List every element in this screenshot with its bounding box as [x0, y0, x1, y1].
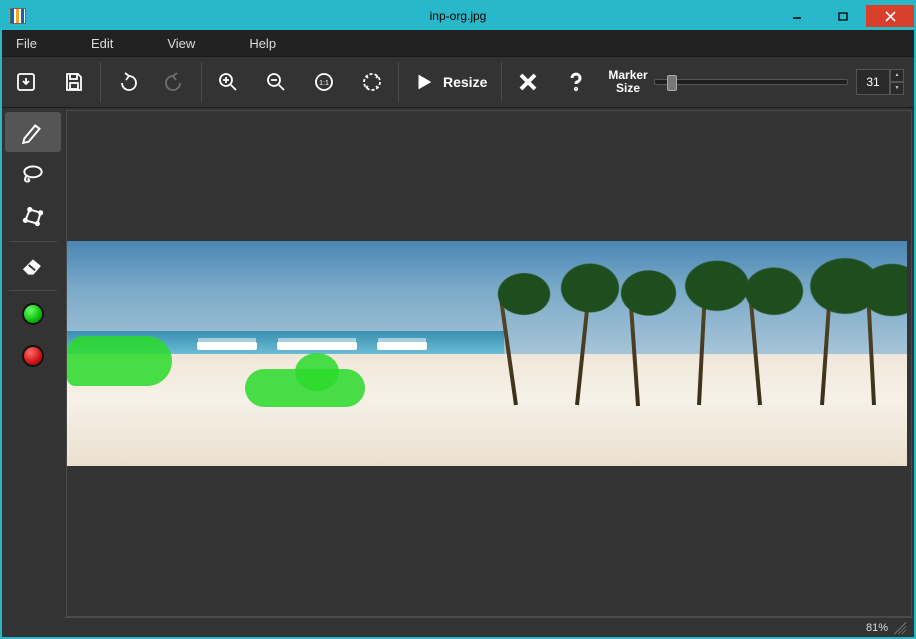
marker-size-slider[interactable]: [654, 79, 848, 85]
question-icon: [564, 70, 588, 94]
polygon-tool[interactable]: [5, 196, 61, 236]
resize-grip[interactable]: [894, 622, 906, 634]
open-icon: [14, 70, 38, 94]
help-button[interactable]: [552, 56, 600, 108]
separator: [201, 62, 202, 102]
zoom-actual-button[interactable]: 1:1: [300, 56, 348, 108]
spinner-down[interactable]: ▼: [890, 82, 904, 95]
marker-size-label: Marker Size: [608, 69, 647, 95]
redo-icon: [163, 70, 187, 94]
menu-view[interactable]: View: [153, 30, 209, 56]
separator: [9, 290, 57, 291]
undo-icon: [115, 70, 139, 94]
lasso-icon: [20, 161, 46, 187]
cancel-button[interactable]: [504, 56, 552, 108]
spinner-up[interactable]: ▲: [890, 69, 904, 82]
marker-tool[interactable]: [5, 112, 61, 152]
open-button[interactable]: [2, 56, 50, 108]
separator: [9, 241, 57, 242]
menu-help[interactable]: Help: [235, 30, 290, 56]
separator: [501, 62, 502, 102]
eraser-tool[interactable]: [5, 245, 61, 285]
menu-bar: File Edit View Help: [2, 30, 914, 56]
play-icon: [413, 71, 435, 93]
zoom-actual-icon: 1:1: [312, 70, 336, 94]
canvas[interactable]: [66, 110, 912, 617]
lasso-tool[interactable]: [5, 154, 61, 194]
zoom-in-button[interactable]: [204, 56, 252, 108]
red-dot-icon: [22, 345, 44, 367]
polygon-icon: [20, 203, 46, 229]
zoom-in-icon: [216, 70, 240, 94]
separator: [100, 62, 101, 102]
redo-button[interactable]: [151, 56, 199, 108]
zoom-out-button[interactable]: [252, 56, 300, 108]
resize-label: Resize: [443, 74, 487, 90]
svg-text:1:1: 1:1: [319, 80, 329, 87]
eraser-icon: [20, 252, 46, 278]
slider-thumb[interactable]: [667, 75, 677, 91]
save-icon: [62, 70, 86, 94]
close-icon: [885, 11, 896, 22]
image-preview: [67, 241, 907, 466]
window-controls: [774, 5, 914, 27]
zoom-level: 81%: [866, 622, 888, 634]
zoom-out-icon: [264, 70, 288, 94]
app-icon: [10, 8, 26, 24]
red-color-button[interactable]: [5, 336, 61, 376]
marker-icon: [20, 119, 46, 145]
close-button[interactable]: [866, 5, 914, 27]
separator: [398, 62, 399, 102]
canvas-area: 81%: [64, 108, 914, 637]
undo-button[interactable]: [103, 56, 151, 108]
status-bar: 81%: [64, 617, 914, 637]
green-dot-icon: [22, 303, 44, 325]
body: 81%: [2, 108, 914, 637]
marker-size-spinner: ▲ ▼: [856, 69, 904, 95]
title-bar[interactable]: inp-org.jpg: [2, 2, 914, 30]
zoom-fit-icon: [360, 70, 384, 94]
window-frame: inp-org.jpg File Edit View Help: [0, 0, 916, 639]
save-button[interactable]: [50, 56, 98, 108]
marker-size-input[interactable]: [856, 69, 890, 95]
marker-stroke: [67, 336, 172, 386]
resize-button[interactable]: Resize: [401, 56, 499, 108]
maximize-button[interactable]: [820, 5, 866, 27]
tool-palette: [2, 108, 64, 637]
green-color-button[interactable]: [5, 294, 61, 334]
marker-stroke: [295, 353, 339, 391]
toolbar: 1:1 Resize Marker Size ▲ ▼: [2, 56, 914, 108]
menu-file[interactable]: File: [2, 30, 51, 56]
menu-edit[interactable]: Edit: [77, 30, 127, 56]
maximize-icon: [838, 11, 848, 21]
x-icon: [516, 70, 540, 94]
minimize-icon: [792, 11, 802, 21]
zoom-fit-button[interactable]: [348, 56, 396, 108]
minimize-button[interactable]: [774, 5, 820, 27]
